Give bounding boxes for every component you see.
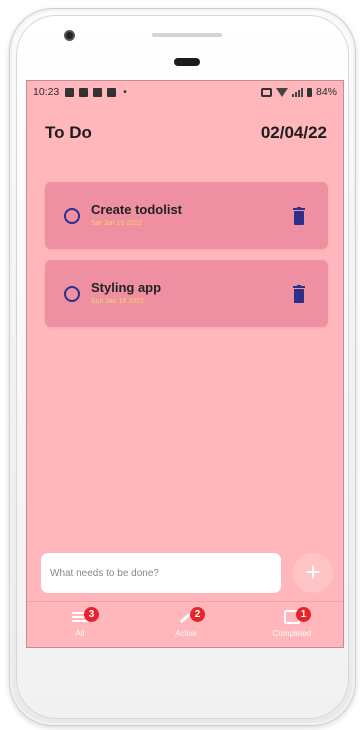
tab-completed[interactable]: 1 Completed	[239, 602, 343, 647]
bag-icon	[79, 87, 89, 97]
todo-title: Styling app	[91, 280, 162, 295]
wifi-icon	[275, 87, 288, 97]
tab-all[interactable]: 3 All	[27, 602, 133, 647]
status-time: 10:23	[33, 86, 60, 98]
todo-title: Create todolist	[91, 202, 183, 217]
tab-label: Active	[175, 629, 197, 638]
vibrate-icon	[260, 87, 272, 97]
front-camera	[64, 30, 75, 41]
trash-icon[interactable]	[293, 285, 305, 303]
trash-icon[interactable]	[293, 207, 305, 225]
todo-date: Sat Jan 15 2022	[91, 220, 142, 227]
pencil-icon: 2	[178, 607, 205, 624]
gallery-icon	[65, 87, 75, 97]
tab-active[interactable]: 2 Active	[133, 602, 239, 647]
notification-dot: •	[123, 86, 127, 98]
tab-badge: 3	[84, 607, 99, 622]
complete-toggle-icon[interactable]	[64, 286, 80, 302]
earpiece	[174, 58, 200, 66]
page-title: To Do	[45, 123, 92, 142]
checkbox-icon: 1	[284, 607, 311, 624]
todo-list: Create todolist Sat Jan 15 2022 Styling …	[45, 182, 328, 338]
bottom-tab-bar: 3 All 2 Active 1 Completed	[27, 601, 343, 647]
header: To Do 02/04/22	[27, 123, 343, 143]
status-bar: 10:23 • 84%	[27, 81, 343, 103]
app-icon	[107, 87, 117, 97]
add-todo-button[interactable]: +	[293, 553, 333, 593]
tab-badge: 1	[296, 607, 311, 622]
complete-toggle-icon[interactable]	[64, 208, 80, 224]
new-todo-input[interactable]	[41, 553, 281, 593]
battery-icon	[306, 87, 312, 97]
bag-icon	[93, 87, 103, 97]
tab-label: Completed	[272, 629, 312, 638]
header-date: 02/04/22	[260, 123, 327, 142]
todo-item[interactable]: Styling app Sun Jan 16 2022	[45, 260, 328, 327]
speaker-grille	[152, 33, 222, 37]
todo-item[interactable]: Create todolist Sat Jan 15 2022	[45, 182, 328, 249]
battery-percent: 84%	[315, 86, 337, 98]
signal-icon	[291, 87, 303, 97]
status-right: 84%	[260, 86, 337, 98]
list-icon: 3	[72, 607, 99, 624]
tab-badge: 2	[190, 607, 205, 622]
app-screen: 10:23 • 84% To Do 02/04/22 Create todoli…	[26, 80, 344, 648]
todo-date: Sun Jan 16 2022	[91, 298, 144, 305]
tab-label: All	[75, 629, 85, 638]
new-todo-row: +	[41, 553, 333, 593]
